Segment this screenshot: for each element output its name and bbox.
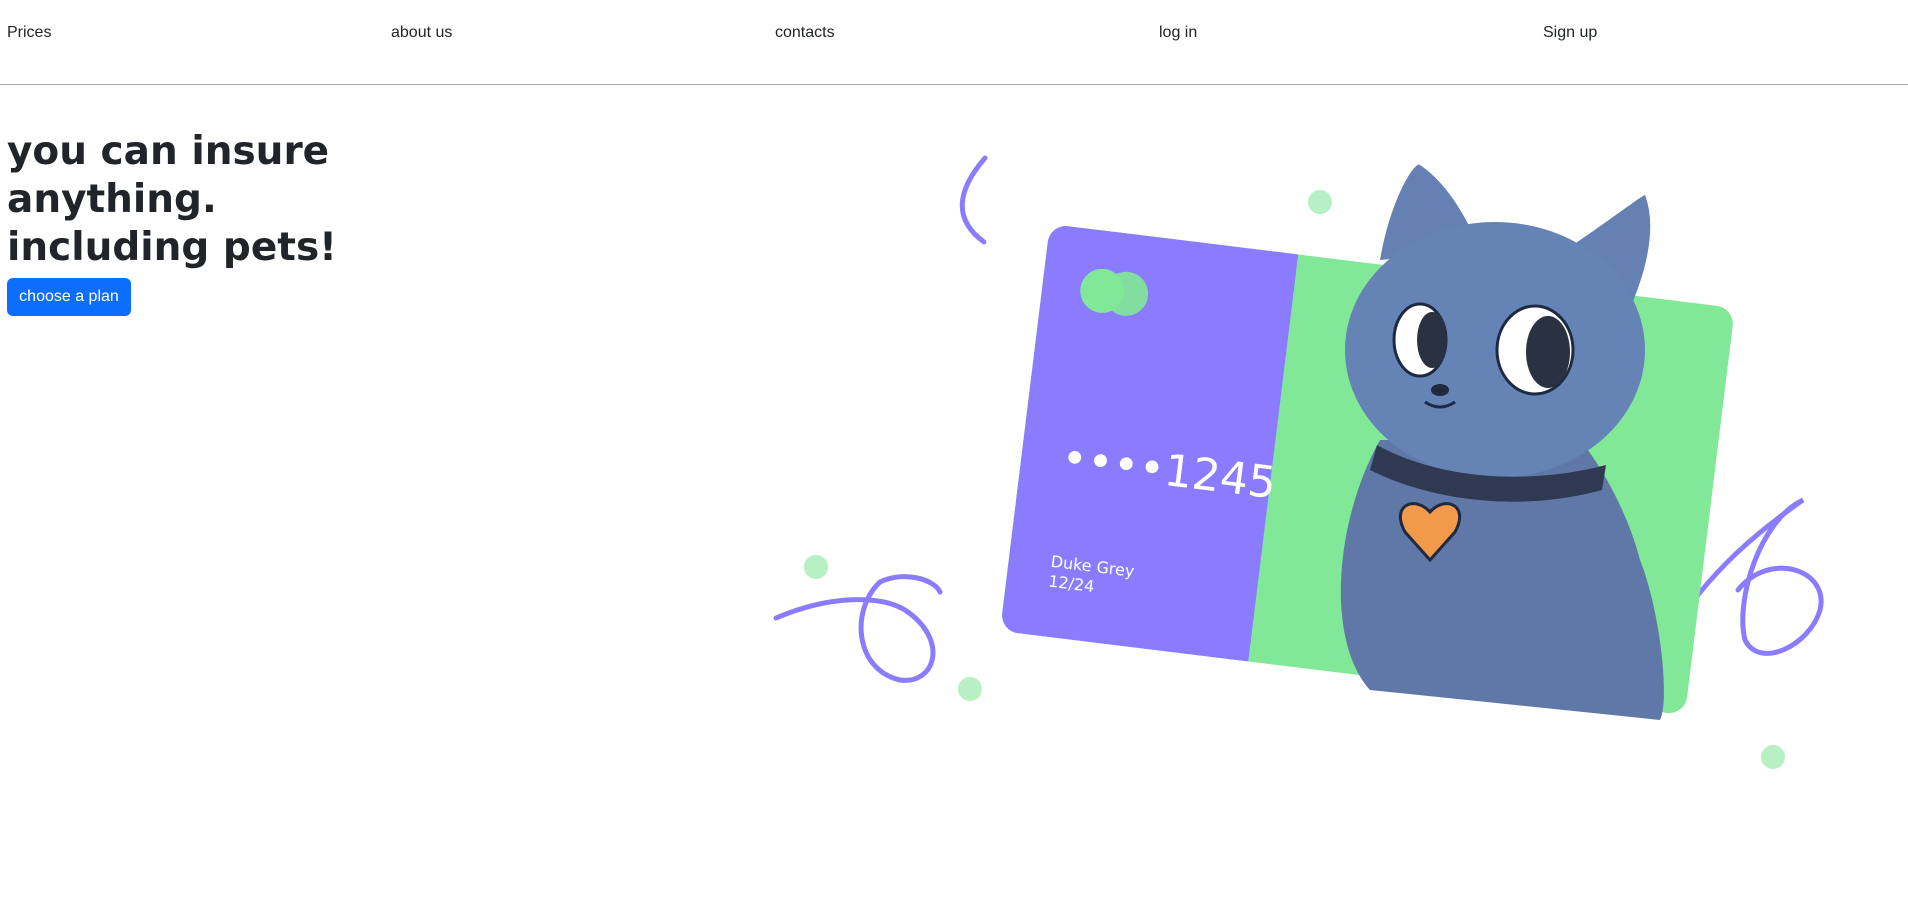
hero-title: you can insure anything. including pets! (7, 128, 337, 272)
hero-title-line-1: you can insure (7, 129, 330, 174)
hero-title-line-3: including pets! (7, 225, 337, 270)
top-navigation: Prices about us contacts log in Sign up (0, 0, 1908, 85)
cat-pupil-right (1526, 316, 1570, 388)
cat-head (1345, 222, 1645, 478)
choose-plan-button[interactable]: choose a plan (7, 278, 131, 316)
cat-pupil-left (1417, 312, 1447, 368)
decorative-dot (1761, 745, 1785, 769)
decorative-dot (958, 677, 982, 701)
nav-link-contacts[interactable]: contacts (775, 23, 835, 43)
pet-card-illustration: ••••1245 Duke Grey 12/24 (760, 140, 1850, 780)
decorative-dot (1308, 190, 1332, 214)
decorative-arc (959, 155, 988, 245)
decorative-squiggle-left (773, 574, 943, 683)
nav-link-prices[interactable]: Prices (7, 23, 51, 43)
cat-nose (1431, 384, 1449, 396)
nav-link-log-in[interactable]: log in (1159, 23, 1197, 43)
hero-title-line-2: anything. (7, 177, 217, 222)
pet-card-svg: ••••1245 Duke Grey 12/24 (773, 155, 1824, 769)
nav-link-about-us[interactable]: about us (391, 23, 452, 43)
decorative-dot (804, 555, 828, 579)
nav-link-sign-up[interactable]: Sign up (1543, 23, 1597, 43)
